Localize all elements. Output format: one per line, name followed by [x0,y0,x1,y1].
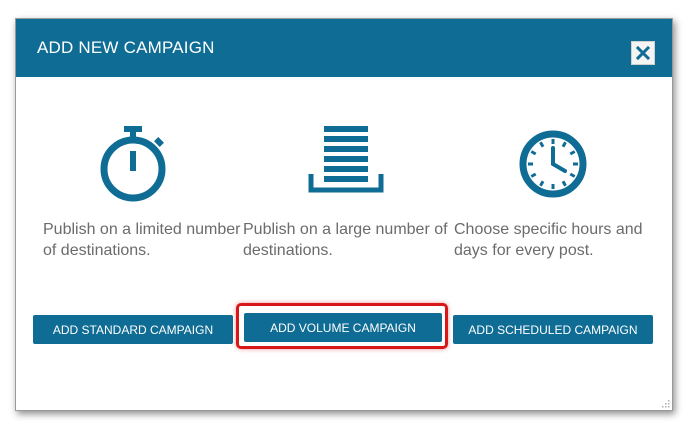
resize-grip-icon[interactable] [660,398,670,408]
option-description: Publish on a limited number of destinati… [43,221,241,259]
clock-icon [519,130,587,198]
close-button[interactable] [631,41,655,65]
add-volume-campaign-button[interactable]: ADD VOLUME CAMPAIGN [244,313,442,342]
option-description: Choose specific hours and days for every… [454,221,643,259]
add-campaign-dialog: ADD NEW CAMPAIGN Publish on a limited nu… [15,18,673,411]
add-standard-campaign-button[interactable]: ADD STANDARD CAMPAIGN [33,315,233,344]
stack-icon [308,126,384,193]
stopwatch-icon [100,126,166,202]
close-icon [636,46,650,60]
option-description: Publish on a large number of destination… [243,221,448,259]
add-scheduled-campaign-button[interactable]: ADD SCHEDULED CAMPAIGN [453,315,653,344]
dialog-header: ADD NEW CAMPAIGN [16,19,672,77]
dialog-title: ADD NEW CAMPAIGN [37,38,215,57]
